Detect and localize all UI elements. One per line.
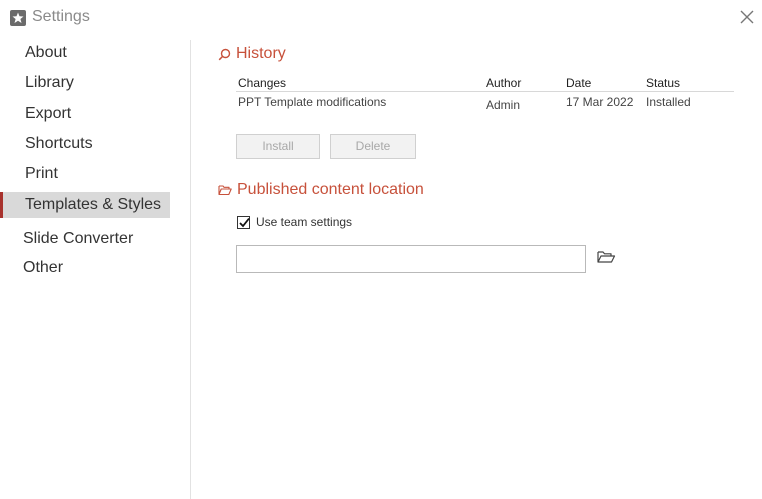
published-location-path-input[interactable] — [236, 245, 586, 273]
browse-folder-button[interactable] — [596, 249, 618, 269]
delete-button[interactable]: Delete — [330, 134, 416, 159]
use-team-settings-toggle[interactable]: Use team settings — [237, 215, 352, 229]
sidebar-item-export[interactable]: Export — [0, 101, 170, 127]
published-location-title: Published content location — [237, 181, 424, 198]
close-icon — [740, 10, 754, 24]
folder-open-icon — [597, 251, 616, 263]
sidebar-item-print[interactable]: Print — [0, 161, 170, 187]
sidebar-item-about[interactable]: About — [0, 40, 170, 66]
sidebar-item-slide-converter[interactable]: Slide Converter — [0, 226, 170, 252]
window-title: Settings — [32, 8, 90, 25]
column-header-status: Status — [646, 76, 681, 90]
sidebar-item-library[interactable]: Library — [0, 70, 170, 96]
install-button[interactable]: Install — [236, 134, 320, 159]
column-header-author: Author — [486, 76, 522, 90]
published-location-heading: Published content location — [218, 181, 424, 199]
sidebar-item-label: Other — [23, 259, 64, 276]
folder-open-icon — [218, 185, 232, 196]
column-header-date: Date — [566, 76, 592, 90]
sidebar-item-other[interactable]: Other — [0, 255, 170, 281]
history-title: History — [236, 45, 286, 62]
title-bar: Settings — [0, 0, 762, 34]
column-header-changes: Changes — [238, 76, 287, 90]
history-heading: History — [218, 45, 286, 63]
sidebar-item-shortcuts[interactable]: Shortcuts — [0, 131, 170, 157]
sidebar-item-label: Shortcuts — [25, 135, 93, 152]
search-icon — [218, 48, 231, 60]
sidebar-item-label: Slide Converter — [23, 230, 134, 247]
history-table-header: Changes Author Date Status — [236, 74, 734, 92]
table-row[interactable]: PPT Template modifications Admin 17 Mar … — [236, 92, 734, 114]
cell-status: Installed — [646, 95, 691, 109]
cell-author: Admin — [486, 98, 521, 112]
use-team-settings-label: Use team settings — [256, 215, 353, 229]
sidebar-item-templates-styles[interactable]: Templates & Styles — [0, 192, 170, 218]
use-team-settings-checkbox[interactable] — [237, 215, 250, 229]
close-button[interactable] — [736, 6, 758, 28]
checkmark-icon — [239, 217, 250, 227]
sidebar-item-label: Library — [25, 74, 74, 91]
sidebar-item-label: Templates & Styles — [25, 196, 162, 213]
sidebar-item-label: About — [25, 44, 67, 61]
history-table: Changes Author Date Status PPT Template … — [236, 74, 734, 114]
app-star-icon — [10, 10, 26, 26]
sidebar-item-label: Export — [25, 105, 72, 122]
cell-changes: PPT Template modifications — [238, 95, 387, 109]
cell-date: 17 Mar 2022 — [566, 95, 634, 109]
sidebar-divider — [190, 40, 191, 499]
sidebar-item-label: Print — [25, 165, 58, 182]
settings-sidebar: About Library Export Shortcuts Print Tem… — [0, 36, 190, 499]
